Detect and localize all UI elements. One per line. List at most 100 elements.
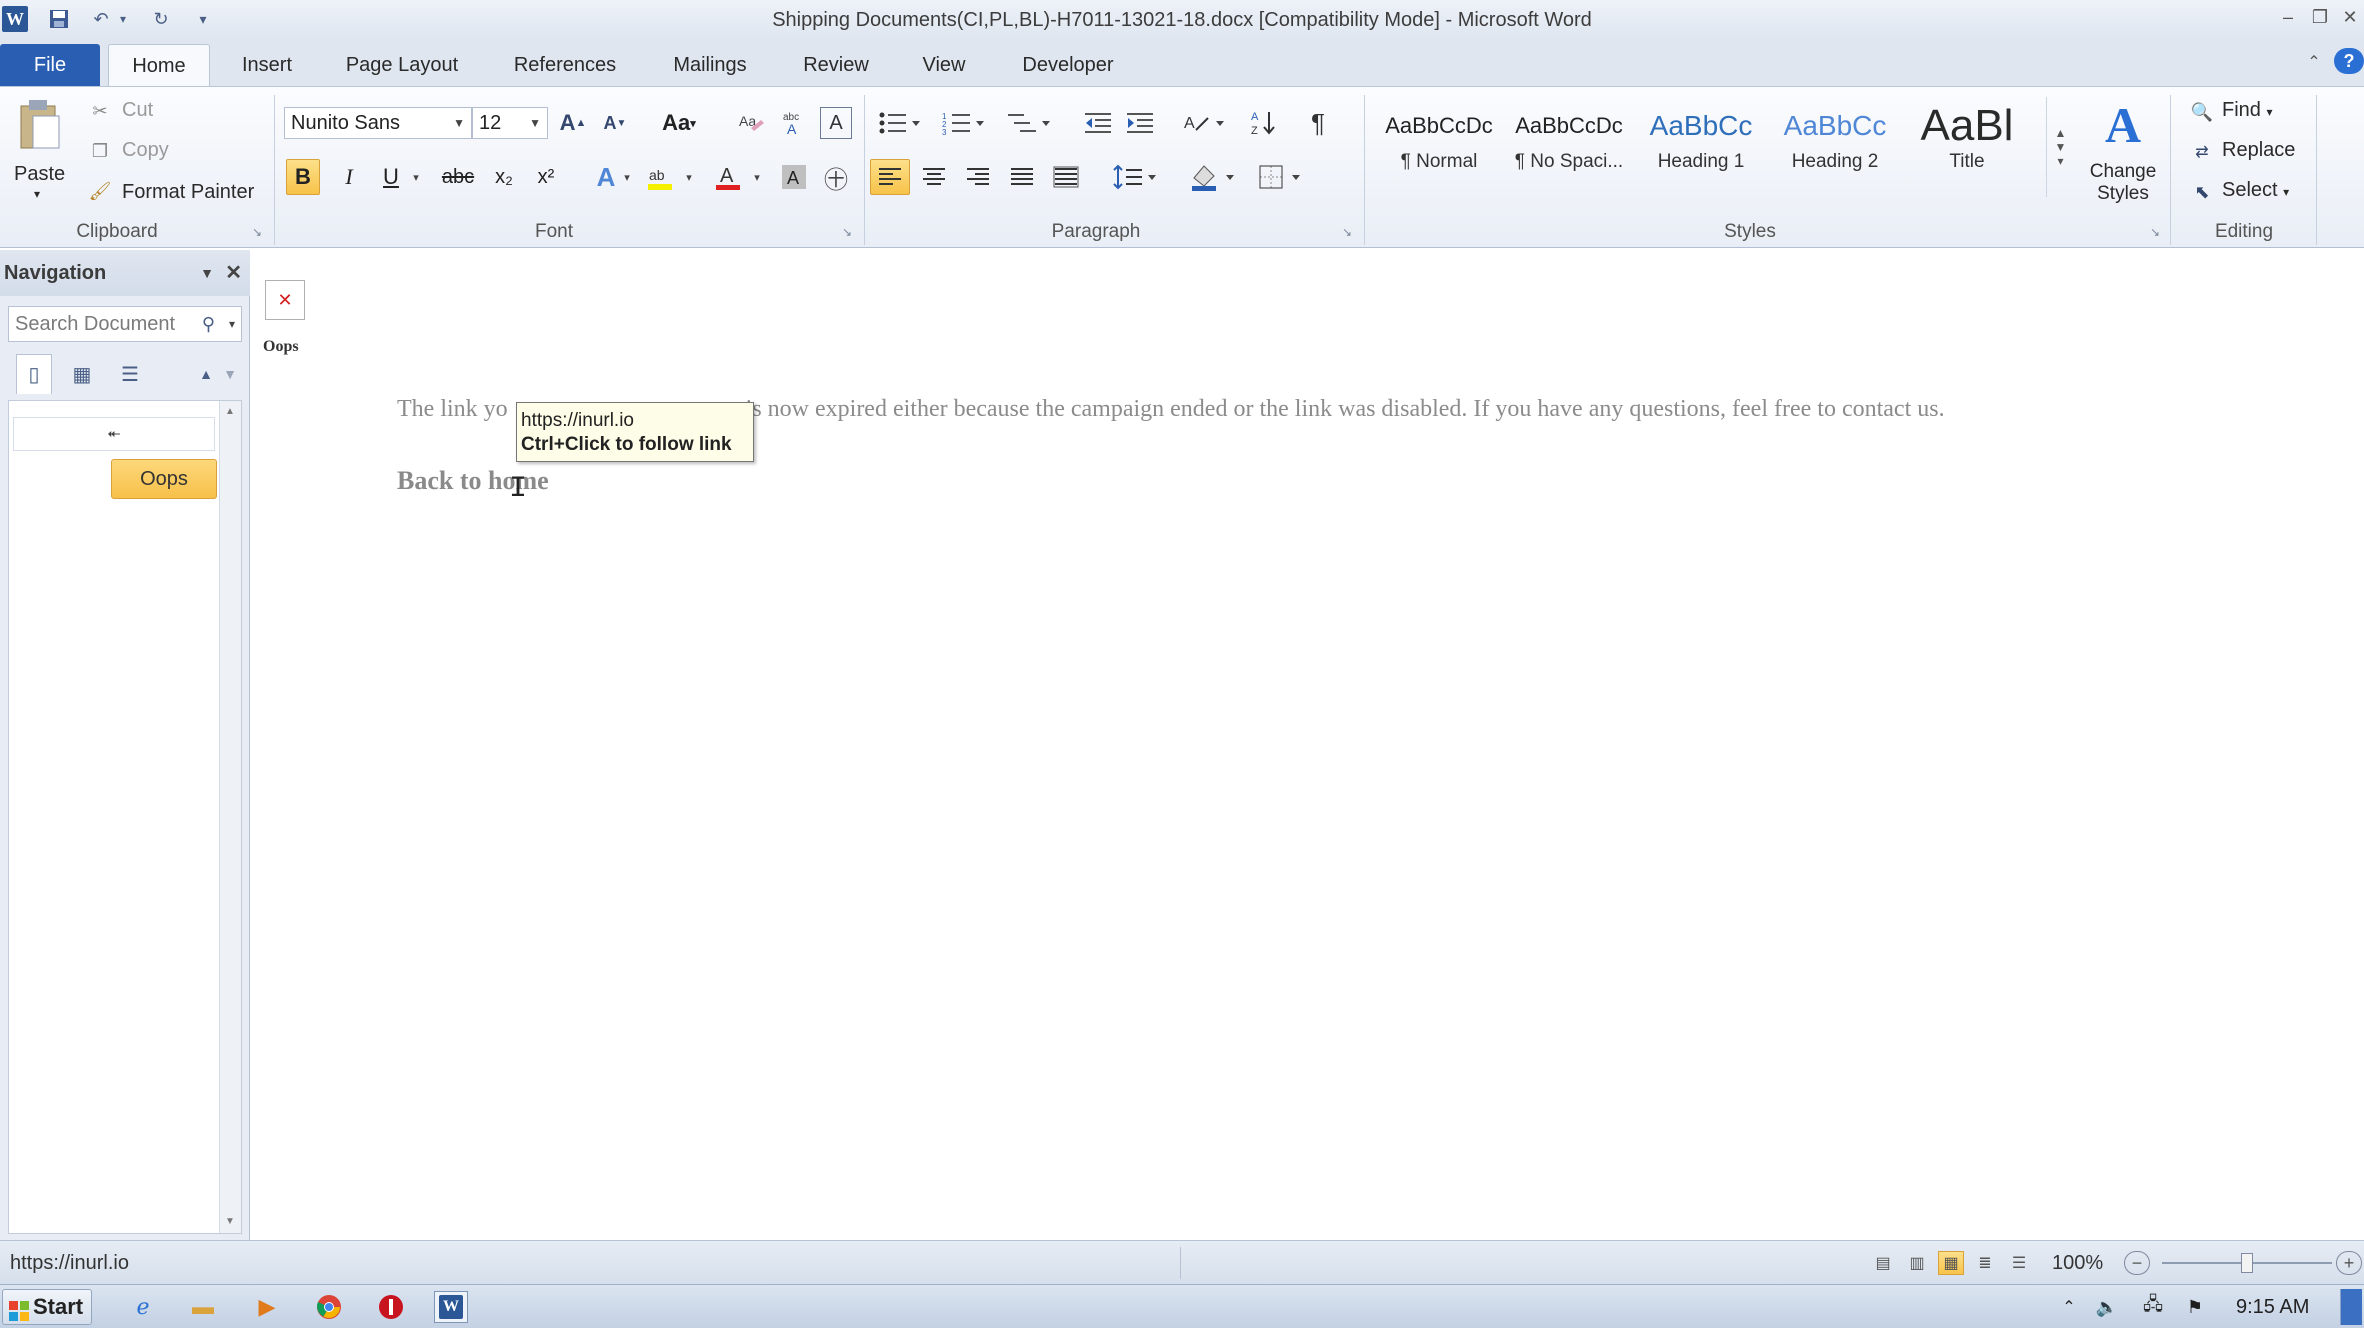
font-color-dropdown-icon[interactable]: ▾ <box>750 159 764 195</box>
select-icon[interactable]: ⬉ <box>2188 179 2216 205</box>
style-heading-2[interactable]: AaBbCc Heading 2 <box>1770 99 1900 189</box>
show-hide-button[interactable]: ¶ <box>1300 105 1336 141</box>
enclose-characters-icon[interactable]: ㊉ <box>818 159 854 195</box>
format-painter-icon[interactable]: 🖌 <box>88 179 112 203</box>
distributed-icon[interactable] <box>1048 159 1084 195</box>
format-painter-button[interactable]: Format Painter <box>122 181 254 204</box>
file-explorer-icon[interactable]: ▬ <box>186 1291 220 1323</box>
cut-button[interactable]: Cut <box>122 99 153 122</box>
start-button[interactable]: Start <box>2 1289 92 1325</box>
taskbar-clock[interactable]: 9:15 AM <box>2236 1285 2309 1329</box>
highlight-icon[interactable]: ab <box>642 159 678 195</box>
action-center-flag-icon[interactable]: ⚑ <box>2178 1291 2212 1323</box>
scroll-down-icon[interactable]: ▼ <box>220 1211 240 1233</box>
media-player-icon[interactable]: ▶ <box>250 1291 284 1323</box>
change-styles-icon[interactable]: A <box>2088 95 2158 155</box>
tab-review[interactable]: Review <box>786 44 886 86</box>
phonetic-guide-icon[interactable]: abc A <box>776 107 810 139</box>
copy-icon[interactable]: ❐ <box>88 139 112 163</box>
change-styles-button[interactable]: Change Styles <box>2086 161 2160 205</box>
strikethrough-button[interactable]: abc <box>436 159 480 195</box>
borders-icon[interactable] <box>1254 159 1308 195</box>
text-effects-dropdown-icon[interactable]: ▾ <box>620 159 634 195</box>
zoom-level[interactable]: 100% <box>2052 1241 2103 1285</box>
bold-button[interactable]: B <box>286 159 320 195</box>
tab-view[interactable]: View <box>904 44 984 86</box>
decrease-indent-icon[interactable] <box>1080 105 1116 141</box>
font-size-combo[interactable]: 12 ▼ <box>472 107 548 139</box>
tab-mailings[interactable]: Mailings <box>656 44 764 86</box>
style-heading-1[interactable]: AaBbCc Heading 1 <box>1636 99 1766 189</box>
close-navigation-icon[interactable]: ✕ <box>225 250 242 296</box>
align-right-icon[interactable] <box>960 159 996 195</box>
paste-label[interactable]: Paste <box>14 163 65 186</box>
shrink-font-button[interactable]: A ▼ <box>598 107 632 139</box>
word-taskbar-button[interactable]: W <box>434 1291 468 1323</box>
paste-icon[interactable] <box>12 97 68 153</box>
scroll-down-icon[interactable]: ▼ <box>2055 140 2067 154</box>
numbering-icon[interactable]: 123 <box>940 105 988 141</box>
line-spacing-icon[interactable] <box>1110 159 1160 195</box>
minimize-icon[interactable]: – <box>2274 4 2302 30</box>
find-button[interactable]: Find ▾ <box>2222 99 2273 122</box>
draft-view-icon[interactable]: ☰ <box>2006 1251 2032 1275</box>
shading-icon[interactable] <box>1186 159 1240 195</box>
clear-formatting-icon[interactable]: Aa <box>734 107 768 139</box>
replace-button[interactable]: Replace <box>2222 139 2295 162</box>
navigation-dropdown-icon[interactable]: ▼ <box>200 250 214 296</box>
network-icon[interactable]: 🖧 <box>2136 1291 2170 1323</box>
print-layout-icon[interactable]: ▤ <box>1870 1251 1896 1275</box>
internet-explorer-icon[interactable]: ℯ <box>126 1291 160 1323</box>
browse-pages-icon[interactable]: ▦ <box>64 354 100 394</box>
scroll-up-icon[interactable]: ▲ <box>2055 126 2067 140</box>
chrome-icon[interactable] <box>312 1291 346 1323</box>
scroll-up-icon[interactable]: ▲ <box>220 401 240 423</box>
navigation-search-input[interactable]: Search Document ⚲ ▾ <box>8 306 242 342</box>
align-center-icon[interactable] <box>916 159 952 195</box>
paragraph-launcher-icon[interactable]: ↘ <box>1342 225 1352 239</box>
tab-developer[interactable]: Developer <box>1008 44 1128 86</box>
tab-insert[interactable]: Insert <box>222 44 312 86</box>
sort-icon[interactable]: AZ <box>1246 105 1282 141</box>
browse-results-icon[interactable]: ☰ <box>112 354 148 394</box>
search-icon[interactable]: ⚲ <box>202 307 215 341</box>
multilevel-list-icon[interactable] <box>1004 105 1054 141</box>
clipboard-launcher-icon[interactable]: ↘ <box>252 225 262 239</box>
styles-launcher-icon[interactable]: ↘ <box>2150 225 2160 239</box>
chevron-down-icon[interactable]: ▼ <box>453 108 465 138</box>
restore-icon[interactable]: ❐ <box>2306 4 2334 30</box>
styles-scroll[interactable]: ▲ ▼ ▾ <box>2046 97 2074 197</box>
superscript-button[interactable]: x² <box>528 159 564 195</box>
style-no-spaci[interactable]: AaBbCcDc ¶ No Spaci... <box>1504 99 1634 189</box>
tab-file[interactable]: File <box>0 44 100 86</box>
align-left-icon[interactable] <box>870 159 910 195</box>
outline-view-icon[interactable]: ≣ <box>1972 1251 1998 1275</box>
search-options-icon[interactable]: ▾ <box>229 307 235 341</box>
tab-page-layout[interactable]: Page Layout <box>332 44 472 86</box>
antivirus-icon[interactable] <box>374 1291 408 1323</box>
zoom-in-icon[interactable]: + <box>2336 1251 2362 1275</box>
navigation-scrollbar[interactable]: ▲ ▼ <box>219 401 241 1233</box>
nav-heading-oops[interactable]: Oops <box>111 459 217 499</box>
zoom-out-icon[interactable]: − <box>2124 1251 2150 1275</box>
close-window-icon[interactable]: ✕ <box>2336 4 2364 30</box>
style-title[interactable]: AaBl Title <box>1902 99 2032 189</box>
help-icon[interactable]: ? <box>2334 48 2364 74</box>
more-styles-icon[interactable]: ▾ <box>2057 154 2063 168</box>
text-direction-icon[interactable]: A <box>1180 105 1228 141</box>
paste-dropdown-icon[interactable]: ▾ <box>34 187 40 201</box>
show-hidden-icons[interactable]: ⌃ <box>2052 1291 2086 1323</box>
font-family-combo[interactable]: Nunito Sans ▼ <box>284 107 472 139</box>
chevron-down-icon[interactable]: ▾ <box>2266 105 2272 119</box>
chevron-down-icon[interactable]: ▾ <box>2283 185 2289 199</box>
zoom-slider-thumb[interactable] <box>2241 1253 2253 1273</box>
copy-button[interactable]: Copy <box>122 139 169 162</box>
replace-icon[interactable]: ⇄ <box>2188 139 2216 165</box>
tab-references[interactable]: References <box>500 44 630 86</box>
increase-indent-icon[interactable] <box>1122 105 1158 141</box>
font-launcher-icon[interactable]: ↘ <box>842 225 852 239</box>
document-canvas[interactable]: ✕ Oops The link yo is now expired either… <box>251 250 2364 1240</box>
font-color-icon[interactable]: A <box>710 159 746 195</box>
web-layout-icon[interactable]: ▦ <box>1938 1251 1964 1275</box>
full-screen-reading-icon[interactable]: ▥ <box>1904 1251 1930 1275</box>
